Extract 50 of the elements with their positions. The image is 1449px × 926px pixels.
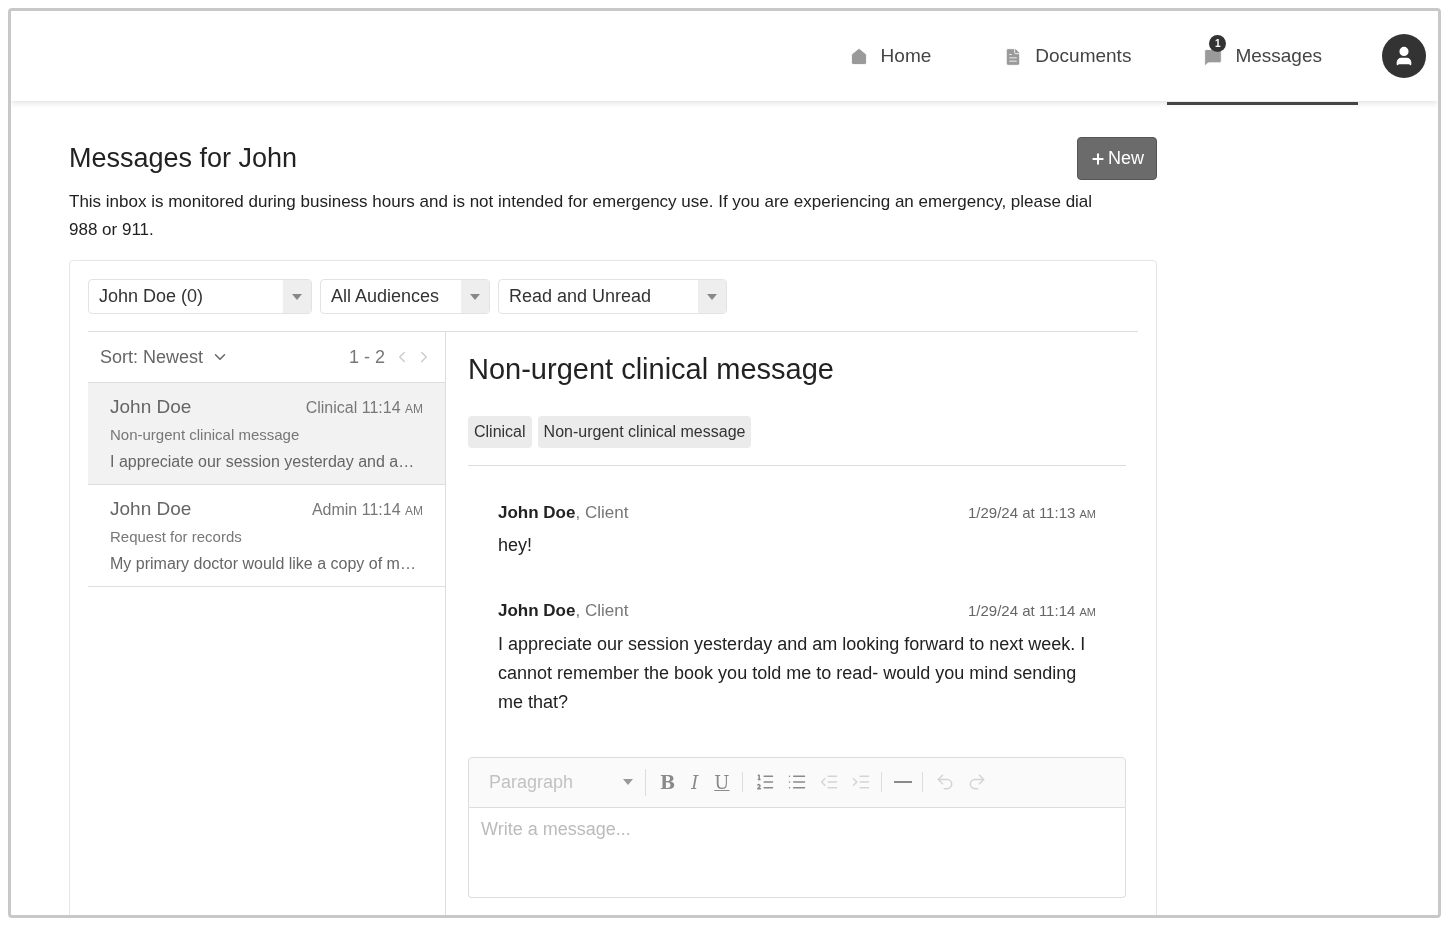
horizontal-rule-icon [893, 781, 912, 783]
thread-sender: John Doe [110, 395, 192, 419]
tag: Clinical [468, 415, 532, 448]
tag: Non-urgent clinical message [537, 415, 752, 448]
filter-dropdown[interactable]: All Audiences [320, 279, 490, 314]
chat-icon [1203, 46, 1224, 67]
message-thread-item[interactable]: John Doe Clinical 11:14 AM Non-urgent clinical message I appreciate our session yesterday and a… [88, 383, 445, 485]
indent-icon [850, 772, 871, 792]
page-title: Messages for John [69, 142, 298, 176]
thread-sender: John Doe [110, 497, 192, 521]
nav-tab[interactable]: Documents [967, 11, 1168, 105]
caret-icon [623, 779, 633, 785]
italic-button[interactable]: I [683, 768, 707, 796]
filter-dropdown[interactable]: Read and Unread [498, 279, 727, 314]
dropdown-value: All Audiences [330, 285, 441, 308]
message-input[interactable]: Write a message... [468, 807, 1126, 898]
thread-preview: I appreciate our session yesterday and a… [110, 452, 416, 472]
thread-subject: Request for records [110, 526, 243, 547]
dropdown-caret-icon [283, 280, 311, 313]
page-range: 1 - 2 [348, 345, 385, 369]
avatar-icon[interactable] [1382, 34, 1426, 78]
dropdown-value: Read and Unread [508, 285, 653, 308]
filter-dropdown[interactable]: John Doe (0) [88, 279, 312, 314]
thread-preview: My primary doctor would like a copy of m… [110, 554, 417, 574]
ordered-list-icon [754, 772, 775, 792]
thread-subject: Non-urgent clinical message [110, 424, 301, 445]
message-author: John Doe, Client [498, 600, 629, 622]
bold-button[interactable]: B [652, 768, 684, 796]
bullet-list-icon [786, 772, 807, 792]
dropdown-caret-icon [698, 280, 726, 313]
dropdown-caret-icon [461, 280, 489, 313]
home-icon [848, 46, 869, 67]
dropdown-value: John Doe (0) [98, 285, 205, 308]
thread-meta: Admin 11:14 AM [311, 500, 423, 520]
sort-dropdown[interactable]: Sort: Newest [100, 343, 230, 371]
message-body: hey! [498, 534, 534, 557]
plus-icon [1090, 150, 1106, 167]
new-button[interactable]: New [1077, 137, 1157, 180]
message-body: I appreciate our session yesterday and am looking forward to next week. I cannot remember the book you told me to read- would you mind sending me that? [498, 632, 1087, 714]
nav-tab[interactable]: Home [812, 11, 968, 105]
underline-button[interactable]: U [706, 768, 738, 796]
unread-badge: 1 [1209, 34, 1227, 52]
thread-meta: Clinical 11:14 AM [305, 398, 423, 418]
outdent-icon [818, 772, 839, 792]
message-timestamp: 1/29/24 at 11:14 AM [968, 601, 1096, 621]
message-timestamp: 1/29/24 at 11:13 AM [968, 502, 1096, 523]
nav-tab[interactable]: 1 Messages [1167, 11, 1358, 105]
message-author: John Doe, Client [498, 501, 629, 524]
thread-title: Non-urgent clinical message [468, 352, 835, 387]
notice-text: This inbox is monitored during business hours and is not intended for emergency use. If you are experiencing an emergency, please dial 988 or 911. [69, 191, 1094, 241]
